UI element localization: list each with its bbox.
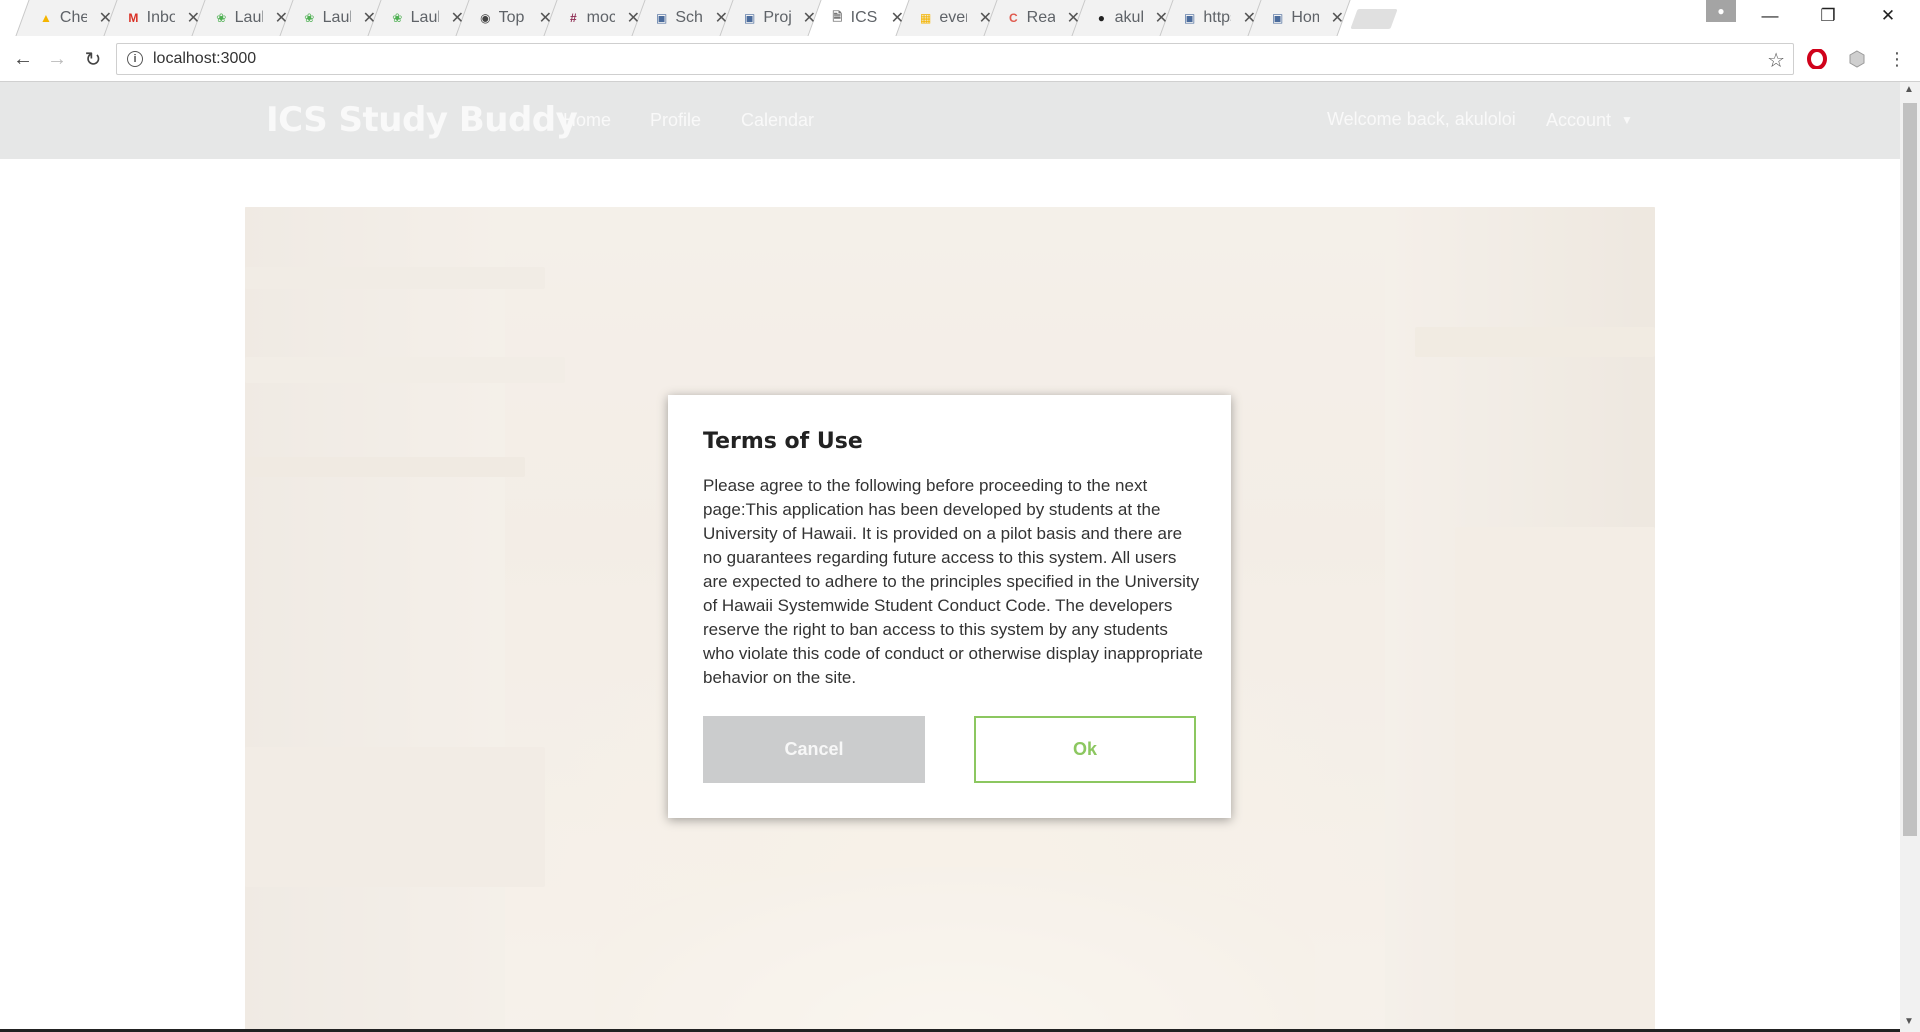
browser-tab[interactable]: # mocl ✕: [542, 0, 640, 36]
back-icon[interactable]: ←: [10, 46, 36, 72]
close-tab-icon[interactable]: ✕: [1155, 8, 1168, 28]
browser-tab[interactable]: 🗎 ICS S ✕: [806, 0, 904, 36]
close-tab-icon[interactable]: ✕: [539, 8, 552, 28]
browser-menu-icon[interactable]: ⋮: [1886, 48, 1908, 70]
leaf-icon: ❀: [216, 11, 227, 25]
forward-icon[interactable]: →: [44, 46, 70, 72]
tab-title: Hom: [1291, 9, 1319, 26]
close-tab-icon[interactable]: ✕: [803, 8, 816, 28]
grid-icon: ▦: [920, 11, 932, 25]
close-tab-icon[interactable]: ✕: [99, 8, 112, 28]
close-tab-icon[interactable]: ✕: [363, 8, 376, 28]
close-tab-icon[interactable]: ✕: [627, 8, 640, 28]
page-icon: ▣: [744, 11, 756, 25]
drive-icon: ▲: [40, 11, 52, 25]
close-window-icon[interactable]: ✕: [1860, 0, 1916, 32]
page-icon: ▣: [1184, 11, 1196, 25]
circle-icon: ◉: [480, 11, 491, 25]
tab-title: Lauli: [410, 9, 439, 26]
restore-icon[interactable]: ❐: [1800, 0, 1856, 32]
tab-title: Top I: [498, 9, 527, 26]
browser-tab[interactable]: ▣ Proje ✕: [718, 0, 816, 36]
close-tab-icon[interactable]: ✕: [891, 8, 904, 28]
tab-title: Reac: [1026, 9, 1055, 26]
c-icon: C: [1008, 11, 1018, 25]
browser-tab[interactable]: ❀ Lauli ✕: [366, 0, 464, 36]
close-tab-icon[interactable]: ✕: [187, 8, 200, 28]
hash-icon: #: [569, 11, 577, 25]
tab-title: Proje: [763, 9, 791, 26]
tab-title: mocl: [586, 9, 615, 26]
page-scrollbar[interactable]: ▲ ▼: [1900, 82, 1920, 1032]
modal-body-text: Please agree to the following before pro…: [703, 476, 1203, 687]
browser-profile-icon[interactable]: ●: [1706, 0, 1736, 22]
leaf-icon: ❀: [392, 11, 403, 25]
tab-title: https: [1203, 9, 1231, 26]
tab-title: ICS S: [850, 9, 879, 26]
close-tab-icon[interactable]: ✕: [275, 8, 288, 28]
browser-tab[interactable]: ❀ Lauli ✕: [190, 0, 288, 36]
leaf-icon: ❀: [304, 11, 315, 25]
browser-tab[interactable]: ▲ Chec ✕: [14, 0, 112, 36]
close-tab-icon[interactable]: ✕: [1067, 8, 1080, 28]
tab-title: even: [939, 9, 966, 26]
ok-button[interactable]: Ok: [974, 716, 1196, 783]
tab-title: Lauli: [234, 9, 263, 26]
opera-extension-icon[interactable]: [1806, 48, 1828, 70]
scroll-up-icon[interactable]: ▲: [1904, 84, 1914, 95]
terms-of-use-modal: Terms of Use Please agree to the followi…: [668, 395, 1231, 818]
address-bar[interactable]: i localhost:3000 ☆: [116, 43, 1794, 75]
tab-title: akulc: [1114, 9, 1143, 26]
browser-tab[interactable]: ▣ https ✕: [1158, 0, 1256, 36]
browser-tab[interactable]: ● akulc ✕: [1070, 0, 1168, 36]
tab-title: Inbo: [146, 9, 175, 26]
tab-title: Lauli: [322, 9, 351, 26]
browser-tab[interactable]: M Inbo ✕: [102, 0, 200, 36]
scroll-thumb[interactable]: [1903, 103, 1917, 836]
minimize-icon[interactable]: —: [1742, 0, 1798, 32]
browser-tab[interactable]: ▦ even ✕: [894, 0, 992, 36]
browser-tab[interactable]: ❀ Lauli ✕: [278, 0, 376, 36]
close-tab-icon[interactable]: ✕: [715, 8, 728, 28]
page-icon: ▣: [1272, 11, 1284, 25]
browser-tab[interactable]: ▣ Hom ✕: [1246, 0, 1344, 36]
browser-tab-strip: ● — ❐ ✕ ▲ Chec ✕ M Inbo ✕ ❀ Lauli ✕ ❀ Lauli ✕ ❀ Lauli…: [0, 0, 1920, 36]
tab-title: Sche: [675, 9, 703, 26]
modal-title: Terms of Use: [703, 429, 863, 454]
browser-tab[interactable]: C Reac ✕: [982, 0, 1080, 36]
close-tab-icon[interactable]: ✕: [979, 8, 992, 28]
reload-icon[interactable]: ↻: [80, 46, 106, 72]
browser-toolbar: ← → ↻ i localhost:3000 ☆ ⋮: [0, 36, 1920, 82]
github-icon: ●: [1097, 11, 1105, 25]
page-icon: ▣: [656, 11, 668, 25]
cancel-button[interactable]: Cancel: [703, 716, 925, 783]
browser-tab[interactable]: ▣ Sche ✕: [630, 0, 728, 36]
tab-title: Chec: [59, 9, 87, 26]
close-tab-icon[interactable]: ✕: [1331, 8, 1344, 28]
browser-tab[interactable]: ◉ Top I ✕: [454, 0, 552, 36]
site-info-icon[interactable]: i: [127, 51, 143, 67]
extension-shield-icon[interactable]: [1846, 48, 1868, 70]
close-tab-icon[interactable]: ✕: [451, 8, 464, 28]
new-tab-button[interactable]: [1350, 9, 1398, 29]
close-tab-icon[interactable]: ✕: [1243, 8, 1256, 28]
scroll-down-icon[interactable]: ▼: [1904, 1016, 1914, 1027]
url-text: localhost:3000: [153, 50, 257, 67]
bookmark-star-icon[interactable]: ☆: [1767, 48, 1785, 73]
document-icon: 🗎: [832, 9, 843, 24]
gmail-icon: M: [128, 11, 139, 25]
